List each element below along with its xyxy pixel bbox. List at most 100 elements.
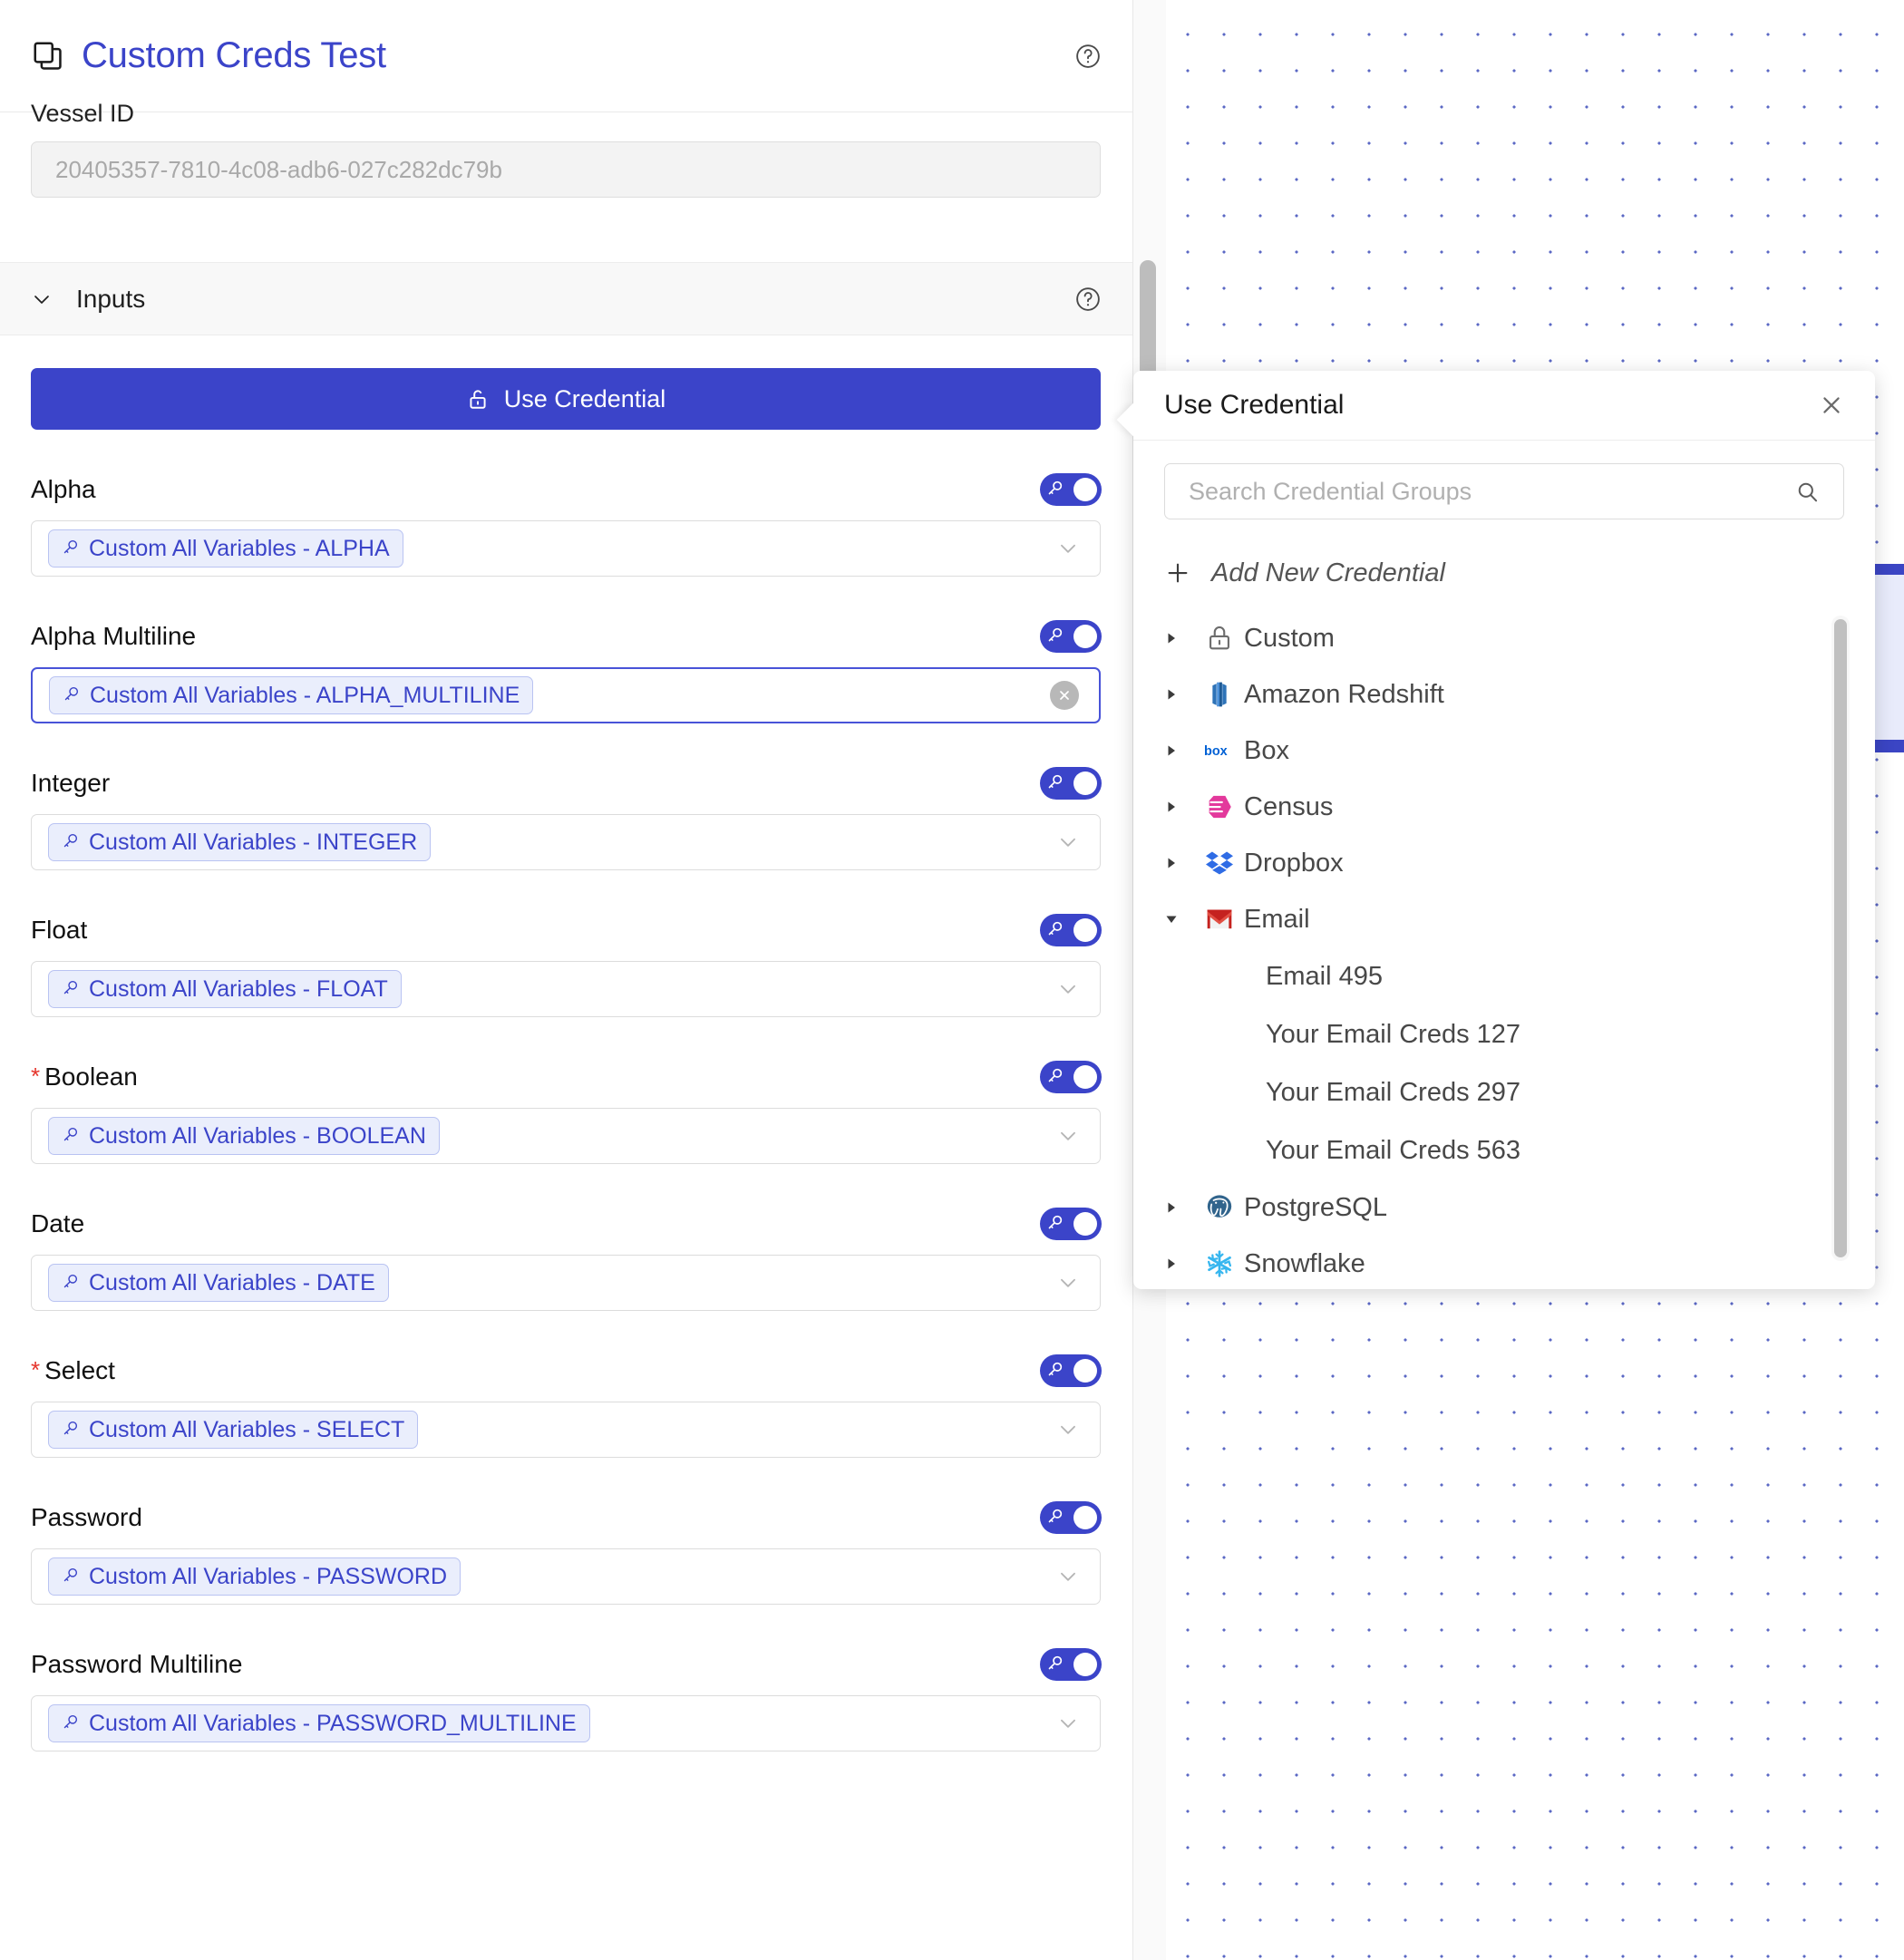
input-field-row: Alpha Multiline Custom All Variables - AL… (31, 618, 1102, 723)
credential-chip[interactable]: Custom All Variables - FLOAT (48, 970, 402, 1008)
credential-mode-toggle[interactable] (1040, 1648, 1102, 1681)
key-icon (1046, 1066, 1064, 1089)
credential-select[interactable]: Custom All Variables - DATE (31, 1255, 1101, 1311)
credential-chip[interactable]: Custom All Variables - PASSWORD (48, 1557, 461, 1596)
chevron-down-icon[interactable] (1056, 537, 1080, 560)
credential-chip-label: Custom All Variables - ALPHA_MULTILINE (90, 682, 520, 708)
credential-mode-toggle[interactable] (1040, 767, 1102, 800)
credential-mode-toggle[interactable] (1040, 620, 1102, 653)
input-field-header: * Boolean (31, 1059, 1102, 1095)
credential-chip[interactable]: Custom All Variables - BOOLEAN (48, 1117, 440, 1155)
credential-group-row[interactable]: Amazon Redshift (1164, 666, 1875, 723)
credential-item[interactable]: Your Email Creds 297 (1164, 1063, 1875, 1121)
chevron-down-icon[interactable] (1056, 977, 1080, 1001)
credential-chip[interactable]: Custom All Variables - INTEGER (48, 823, 432, 861)
panel-header: Custom Creds Test (0, 0, 1132, 112)
credential-chip[interactable]: Custom All Variables - SELECT (48, 1411, 419, 1449)
credential-group-row[interactable]: box Box (1164, 723, 1875, 779)
credential-chip-label: Custom All Variables - ALPHA (89, 535, 390, 561)
credential-select[interactable]: Custom All Variables - INTEGER (31, 814, 1101, 870)
input-field-row: Password Multiline Custom All Variables -… (31, 1646, 1102, 1751)
toggle-knob (1073, 1065, 1097, 1089)
redshift-icon (1195, 679, 1244, 710)
search-credential-groups-field[interactable]: Search Credential Groups (1164, 463, 1844, 519)
chevron-down-icon[interactable] (1056, 830, 1080, 854)
chevron-down-icon[interactable] (1056, 1565, 1080, 1588)
credential-groups-list[interactable]: Custom Amazon Redshift box Box Census Dropbox… (1133, 610, 1875, 1299)
triangle-down-icon[interactable] (1164, 912, 1195, 927)
credential-mode-toggle[interactable] (1040, 914, 1102, 946)
chevron-down-icon[interactable] (1056, 1124, 1080, 1148)
credential-group-row[interactable]: Census (1164, 779, 1875, 835)
search-icon[interactable] (1795, 480, 1820, 504)
input-field-label: * Boolean (31, 1062, 138, 1092)
key-icon (1046, 479, 1064, 501)
svg-text:box: box (1204, 744, 1228, 759)
credential-chip[interactable]: Custom All Variables - PASSWORD_MULTILIN… (48, 1704, 590, 1742)
page-title: Custom Creds Test (82, 35, 386, 75)
key-icon (62, 1270, 80, 1296)
key-icon (62, 1417, 80, 1443)
triangle-right-icon[interactable] (1164, 631, 1195, 645)
credential-select[interactable]: Custom All Variables - BOOLEAN (31, 1108, 1101, 1164)
input-field-label: Date (31, 1209, 84, 1238)
triangle-right-icon[interactable] (1164, 1200, 1195, 1215)
triangle-right-icon[interactable] (1164, 856, 1195, 870)
vessel-id-input[interactable]: 20405357-7810-4c08-adb6-027c282dc79b (31, 141, 1101, 198)
input-field-label-text: Alpha Multiline (31, 622, 197, 650)
chevron-down-icon[interactable] (1056, 1271, 1080, 1295)
use-credential-button[interactable]: Use Credential (31, 368, 1101, 430)
dropbox-icon (1195, 848, 1244, 878)
credential-item[interactable]: Your Email Creds 127 (1164, 1005, 1875, 1063)
input-field-label: * Select (31, 1356, 115, 1385)
triangle-right-icon[interactable] (1164, 687, 1195, 702)
input-field-row: Float Custom All Variables - FLOAT (31, 912, 1102, 1017)
lock-icon (1195, 623, 1244, 654)
credential-item[interactable]: Your Email Creds 563 (1164, 1121, 1875, 1179)
credential-select[interactable]: Custom All Variables - SELECT (31, 1402, 1101, 1458)
triangle-right-icon[interactable] (1164, 800, 1195, 814)
input-field-label: Alpha (31, 475, 96, 504)
input-field-row: * Select Custom All Variables - SELECT (31, 1353, 1102, 1458)
triangle-right-icon[interactable] (1164, 1257, 1195, 1271)
credential-select[interactable]: Custom All Variables - PASSWORD (31, 1548, 1101, 1605)
inputs-section-header[interactable]: Inputs (0, 263, 1132, 335)
help-circle-icon[interactable] (1074, 286, 1102, 313)
credential-mode-toggle[interactable] (1040, 1208, 1102, 1240)
input-field-header: Float (31, 912, 1102, 948)
credential-list-scrollbar-thumb[interactable] (1834, 619, 1847, 1257)
help-circle-icon[interactable] (1074, 43, 1102, 70)
chevron-down-icon[interactable] (1056, 1712, 1080, 1735)
chevron-down-icon[interactable] (1056, 1418, 1080, 1441)
credential-chip[interactable]: Custom All Variables - ALPHA_MULTILINE (49, 676, 534, 714)
vessel-id-label: Vessel ID (31, 100, 135, 127)
triangle-right-icon[interactable] (1164, 743, 1195, 758)
chevron-down-icon[interactable] (31, 288, 53, 310)
input-field-row: Integer Custom All Variables - INTEGER (31, 765, 1102, 870)
credential-group-row[interactable]: Snowflake (1164, 1236, 1875, 1292)
credential-select[interactable]: Custom All Variables - PASSWORD_MULTILIN… (31, 1695, 1101, 1751)
input-field-header: Password Multiline (31, 1646, 1102, 1683)
credential-mode-toggle[interactable] (1040, 1061, 1102, 1093)
credential-select[interactable]: Custom All Variables - ALPHA_MULTILINE (31, 667, 1101, 723)
credential-mode-toggle[interactable] (1040, 1501, 1102, 1534)
credential-mode-toggle[interactable] (1040, 473, 1102, 506)
credential-mode-toggle[interactable] (1040, 1354, 1102, 1387)
credential-item[interactable]: Email 495 (1164, 947, 1875, 1005)
credential-chip[interactable]: Custom All Variables - DATE (48, 1264, 389, 1302)
credential-select[interactable]: Custom All Variables - FLOAT (31, 961, 1101, 1017)
credential-group-label: Email (1244, 904, 1310, 934)
credential-chip[interactable]: Custom All Variables - ALPHA (48, 529, 403, 568)
credential-group-row[interactable]: Custom (1164, 610, 1875, 666)
plus-icon (1164, 559, 1191, 587)
inputs-section-title: Inputs (76, 284, 146, 313)
credential-group-row[interactable]: Email (1164, 891, 1875, 947)
clear-selection-icon[interactable] (1050, 681, 1079, 710)
close-x-icon[interactable] (1819, 393, 1844, 418)
credential-chip-label: Custom All Variables - INTEGER (89, 829, 418, 855)
credential-group-row[interactable]: Dropbox (1164, 835, 1875, 891)
credential-group-label: Custom (1244, 623, 1335, 653)
credential-group-row[interactable]: PostgreSQL (1164, 1179, 1875, 1236)
credential-select[interactable]: Custom All Variables - ALPHA (31, 520, 1101, 577)
add-new-credential-button[interactable]: Add New Credential (1133, 545, 1875, 601)
